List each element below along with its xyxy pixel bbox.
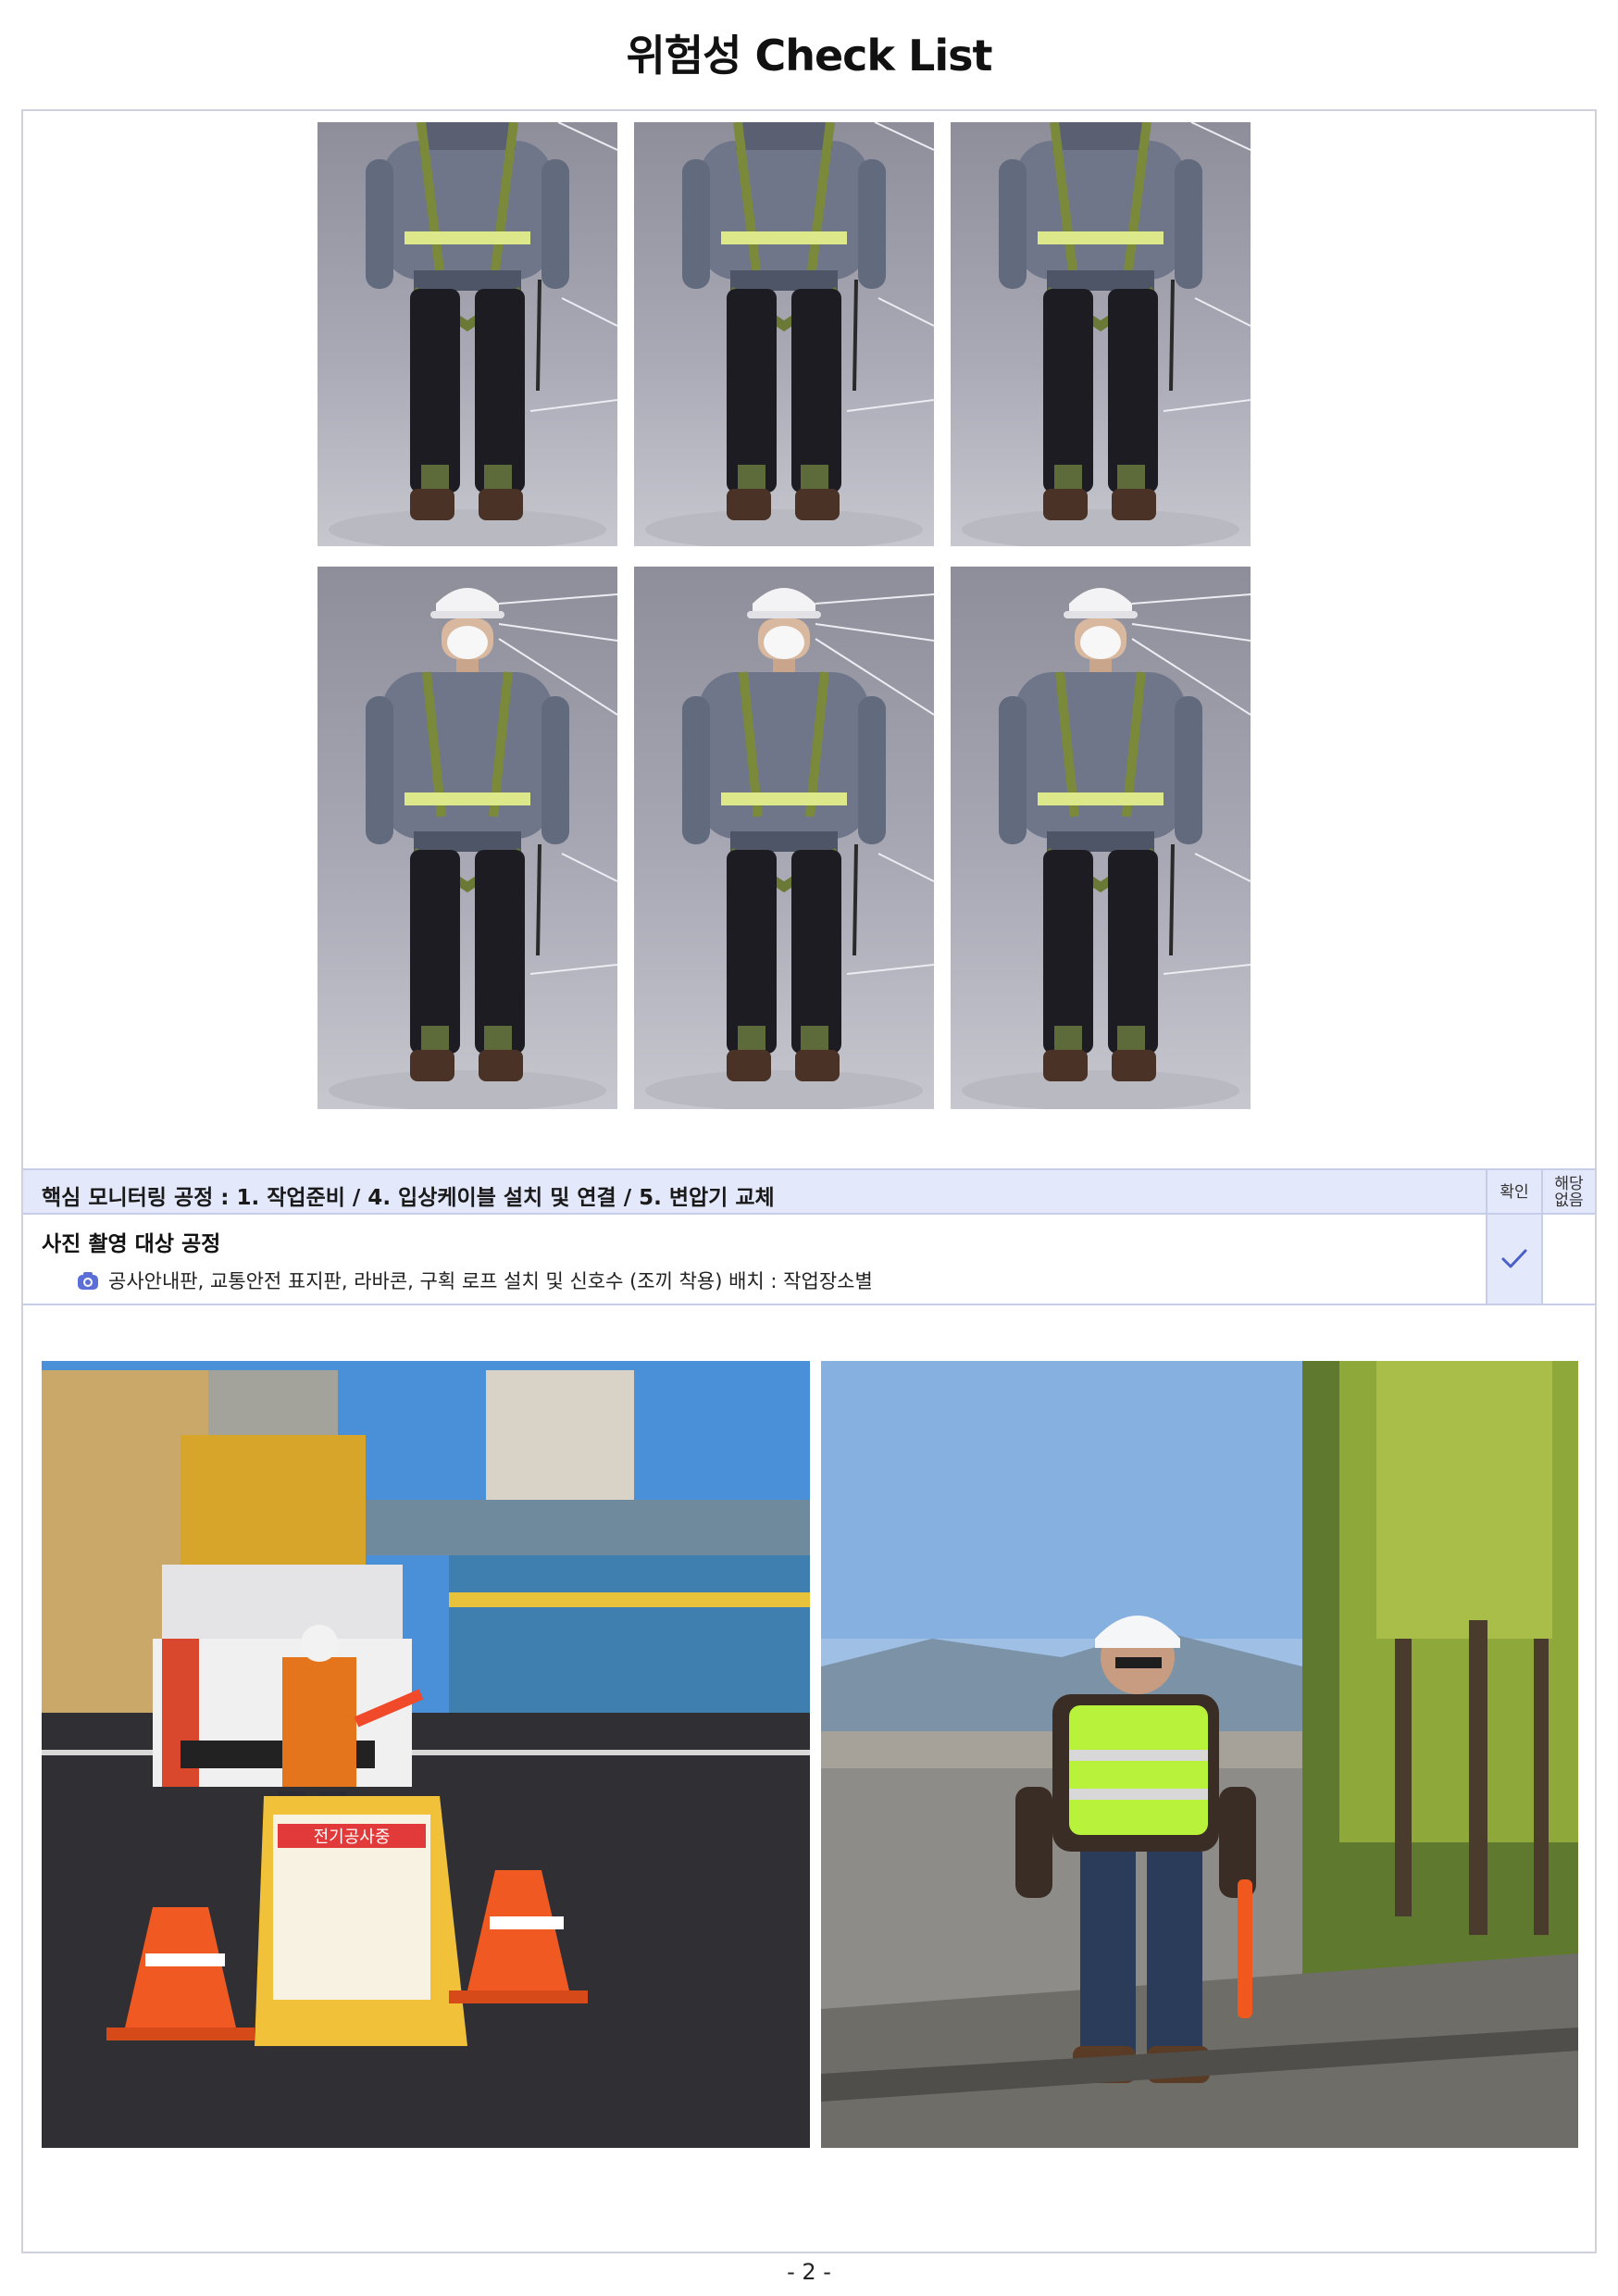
camera-icon (78, 1272, 98, 1290)
confirm-column-header: 확인 (1486, 1170, 1541, 1215)
photo-target-title: 사진 촬영 대상 공정 (42, 1232, 221, 1256)
ppe-harness-image (317, 122, 617, 546)
harness-worker-icon (645, 122, 934, 546)
ppe-image-grid (317, 122, 1260, 1148)
checkmark-icon (1501, 1249, 1527, 1268)
helmet-mask-harness-worker-icon (645, 588, 934, 1109)
signalman-in-vest-photo-icon (821, 1361, 1578, 2148)
page-title: 위험성 Check List (626, 31, 992, 81)
na-header-line2: 없음 (1554, 1192, 1584, 1210)
site-photo-signalman (821, 1361, 1578, 2148)
harness-worker-icon (329, 122, 617, 546)
roadside-worker-with-cones-photo-icon: 전기공사중 (42, 1361, 810, 2148)
photo-target-description-line: 공사안내판, 교통안전 표지판, 라바콘, 구획 로프 설치 및 신호수 (조끼… (77, 1267, 873, 1294)
site-photo-roadside-work: 전기공사중 (42, 1361, 810, 2148)
ppe-harness-image (634, 122, 934, 546)
confirm-checkbox[interactable] (1486, 1215, 1541, 1304)
monitoring-process-label: 핵심 모니터링 공정 : 1. 작업준비 / 4. 입상케이블 설치 및 연결 … (42, 1186, 775, 1210)
photo-target-row: 사진 촬영 대상 공정 공사안내판, 교통안전 표지판, 라바콘, 구획 로프 … (23, 1215, 1595, 1305)
ppe-full-gear-image (317, 567, 617, 1109)
ppe-harness-image (951, 122, 1251, 546)
na-header-line1: 해당 (1554, 1175, 1584, 1193)
not-applicable-checkbox[interactable] (1541, 1215, 1595, 1304)
warning-sign-text: 전기공사중 (314, 1828, 391, 1847)
not-applicable-column-header: 해당 없음 (1541, 1170, 1595, 1215)
photo-target-description: 공사안내판, 교통안전 표지판, 라바콘, 구획 로프 설치 및 신호수 (조끼… (108, 1270, 873, 1292)
helmet-mask-harness-worker-icon (962, 588, 1251, 1109)
ppe-full-gear-image (951, 567, 1251, 1109)
ppe-full-gear-image (634, 567, 934, 1109)
monitoring-header-row: 핵심 모니터링 공정 : 1. 작업준비 / 4. 입상케이블 설치 및 연결 … (23, 1168, 1595, 1215)
helmet-mask-harness-worker-icon (329, 588, 617, 1109)
checklist-frame: 핵심 모니터링 공정 : 1. 작업준비 / 4. 입상케이블 설치 및 연결 … (21, 109, 1597, 2253)
harness-worker-icon (962, 122, 1251, 546)
page-number: - 2 - (787, 2259, 831, 2285)
